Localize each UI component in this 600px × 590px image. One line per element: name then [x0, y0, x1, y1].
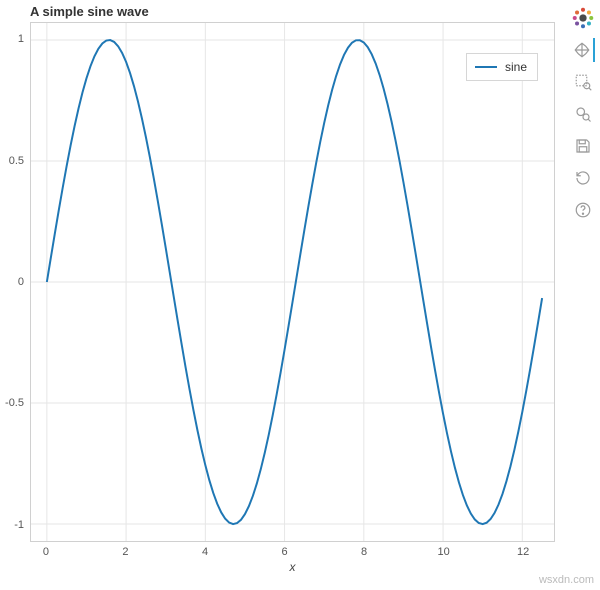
x-axis-ticks: 0 2 4 6 8 10 12: [30, 544, 555, 558]
x-tick-label: 6: [281, 546, 287, 558]
box-zoom-tool-icon[interactable]: [571, 70, 595, 94]
y-tick-label: 0.5: [9, 155, 24, 167]
x-tick-label: 4: [202, 546, 208, 558]
reset-tool-icon[interactable]: [571, 166, 595, 190]
x-tick-label: 10: [438, 546, 450, 558]
bokeh-logo-icon[interactable]: [571, 6, 595, 30]
y-tick-label: -1: [14, 519, 24, 531]
x-tick-label: 0: [43, 546, 49, 558]
chart-title: A simple sine wave: [30, 4, 149, 19]
plot-area[interactable]: sine: [30, 22, 555, 542]
y-tick-label: -0.5: [5, 397, 24, 409]
legend-item-label: sine: [505, 60, 527, 74]
legend-color-swatch: [475, 66, 497, 68]
y-tick-label: 1: [18, 33, 24, 45]
x-tick-label: 2: [122, 546, 128, 558]
watermark: wsxdn.com: [539, 574, 594, 586]
legend[interactable]: sine: [466, 53, 538, 81]
help-tool-icon[interactable]: [571, 198, 595, 222]
toolbar: [568, 6, 598, 222]
save-tool-icon[interactable]: [571, 134, 595, 158]
x-tick-label: 8: [361, 546, 367, 558]
x-tick-label: 12: [517, 546, 529, 558]
y-tick-label: 0: [18, 276, 24, 288]
pan-tool-icon[interactable]: [571, 38, 595, 62]
y-axis-ticks: -1 -0.5 0 0.5 1: [0, 22, 28, 542]
plot-svg: [31, 23, 554, 541]
chart-container: A simple sine wave sine -1 -0.5 0 0.5 1 0 2 4 6…: [0, 0, 560, 565]
wheel-zoom-tool-icon[interactable]: [571, 102, 595, 126]
x-axis-label: x: [30, 560, 555, 574]
